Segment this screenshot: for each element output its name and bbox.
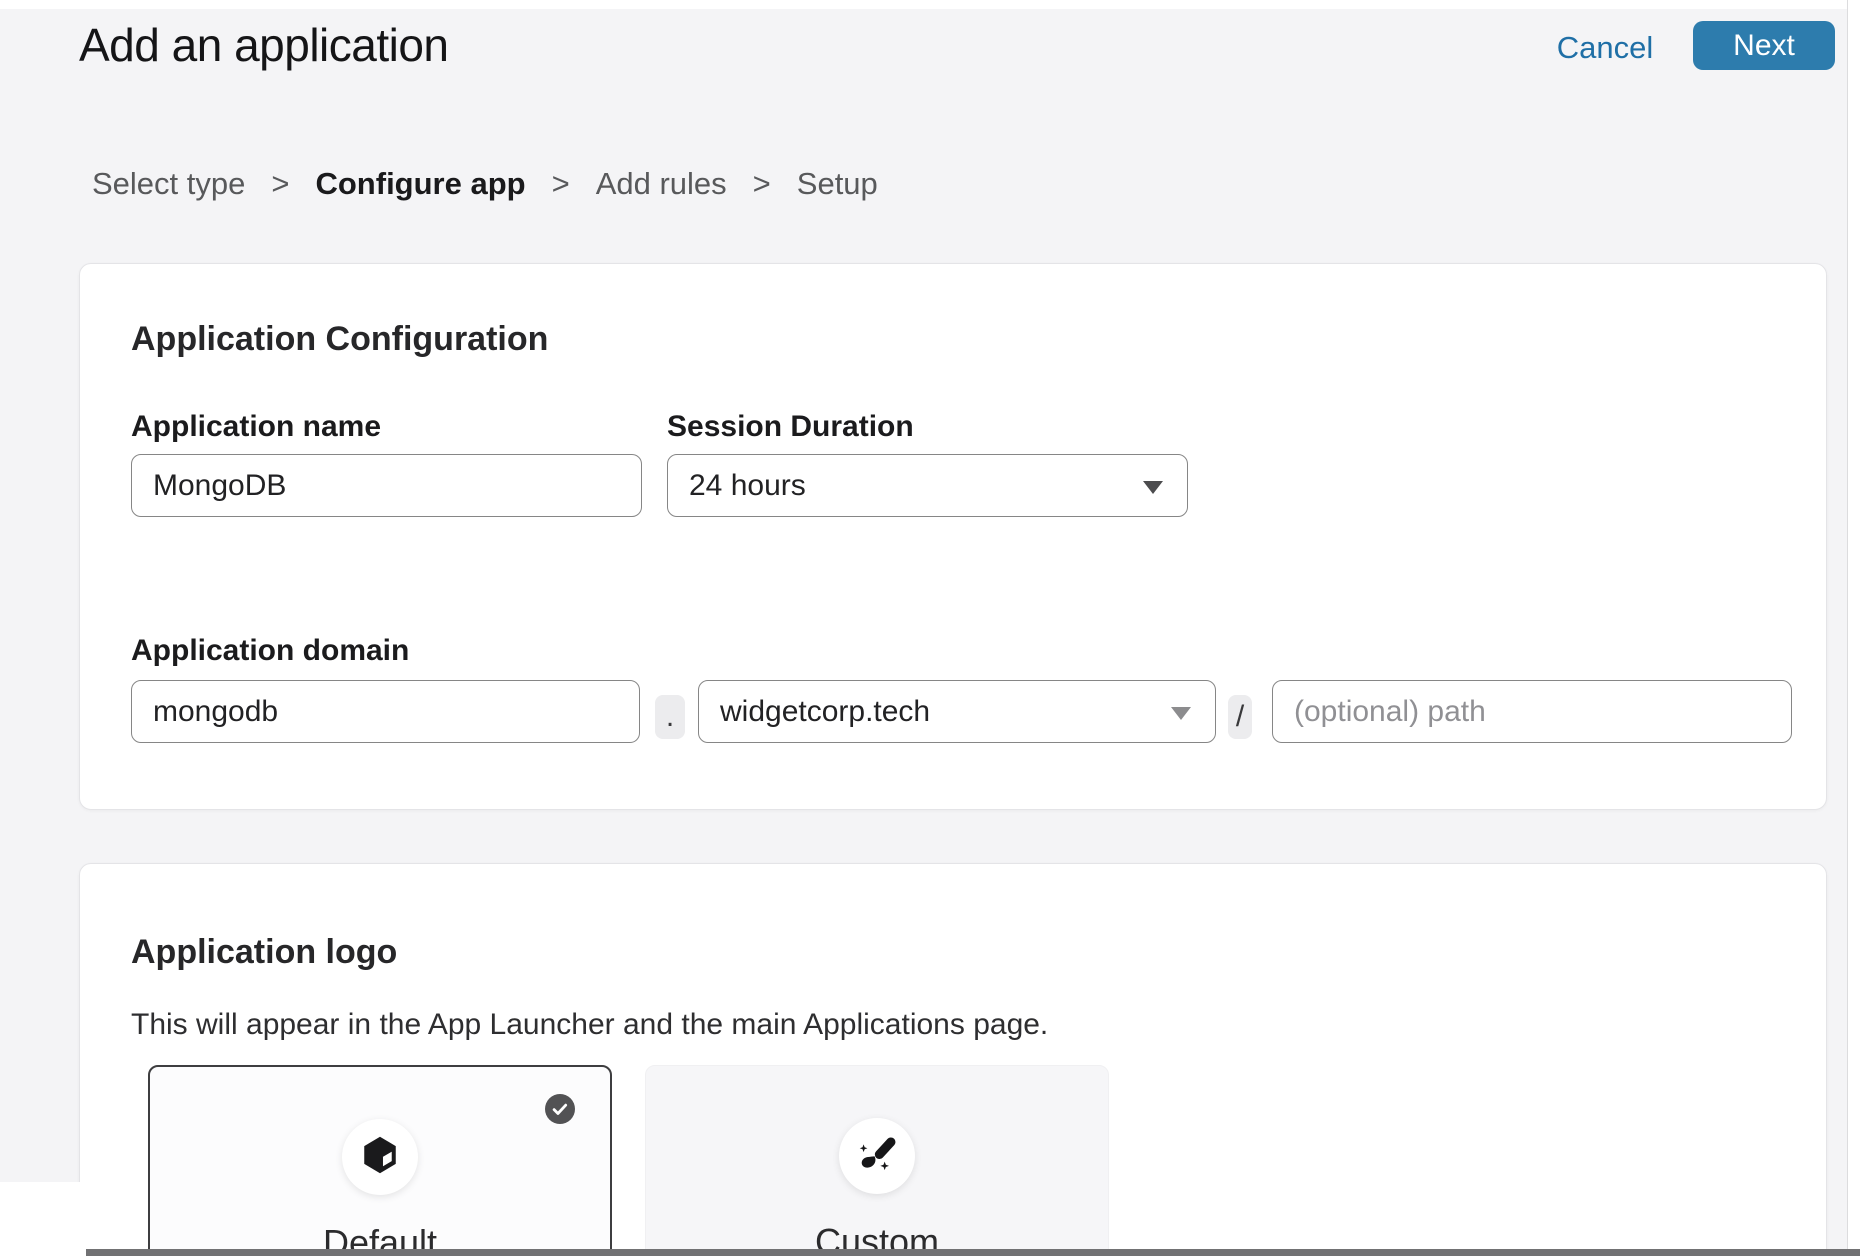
session-duration-select[interactable]: 24 hours xyxy=(667,454,1188,517)
chevron-down-icon xyxy=(1143,481,1163,494)
page-title: Add an application xyxy=(79,18,449,72)
step-separator-icon: > xyxy=(753,166,771,202)
step-select-type[interactable]: Select type xyxy=(92,166,245,202)
step-add-rules[interactable]: Add rules xyxy=(596,166,727,202)
logo-heading: Application logo xyxy=(131,933,397,972)
subdomain-input[interactable] xyxy=(131,680,640,743)
default-logo-circle xyxy=(342,1119,418,1195)
step-separator-icon: > xyxy=(271,166,289,202)
session-duration-label: Session Duration xyxy=(667,410,914,444)
logo-description: This will appear in the App Launcher and… xyxy=(131,1008,1048,1042)
add-application-page: Add an application Cancel Next Select ty… xyxy=(0,0,1860,1256)
slash-separator: / xyxy=(1228,695,1252,739)
wizard-steps: Select type > Configure app > Add rules … xyxy=(92,166,878,202)
step-setup[interactable]: Setup xyxy=(797,166,878,202)
logo-option-default[interactable]: Default xyxy=(148,1065,612,1256)
configuration-heading: Application Configuration xyxy=(131,320,548,359)
cancel-button[interactable]: Cancel xyxy=(1545,30,1665,66)
custom-logo-circle xyxy=(839,1118,915,1194)
application-domain-label: Application domain xyxy=(131,634,409,668)
logo-option-custom[interactable]: Custom xyxy=(645,1065,1109,1256)
path-input[interactable] xyxy=(1272,680,1792,743)
paintbrush-icon xyxy=(854,1131,900,1182)
domain-select[interactable]: widgetcorp.tech xyxy=(698,680,1216,743)
session-duration-value: 24 hours xyxy=(689,469,806,503)
dot-separator: . xyxy=(655,695,685,739)
window-top-edge xyxy=(0,0,1860,9)
chevron-down-icon xyxy=(1171,707,1191,720)
check-icon xyxy=(545,1094,575,1124)
step-configure-app[interactable]: Configure app xyxy=(315,166,525,202)
domain-select-value: widgetcorp.tech xyxy=(720,695,930,729)
application-name-input[interactable] xyxy=(131,454,642,517)
window-corner xyxy=(0,1182,86,1256)
scrollbar-track[interactable] xyxy=(1847,0,1860,1256)
cube-icon xyxy=(359,1134,401,1181)
application-name-label: Application name xyxy=(131,410,381,444)
window-bottom-edge xyxy=(86,1249,1860,1256)
step-separator-icon: > xyxy=(552,166,570,202)
next-button[interactable]: Next xyxy=(1693,21,1835,70)
